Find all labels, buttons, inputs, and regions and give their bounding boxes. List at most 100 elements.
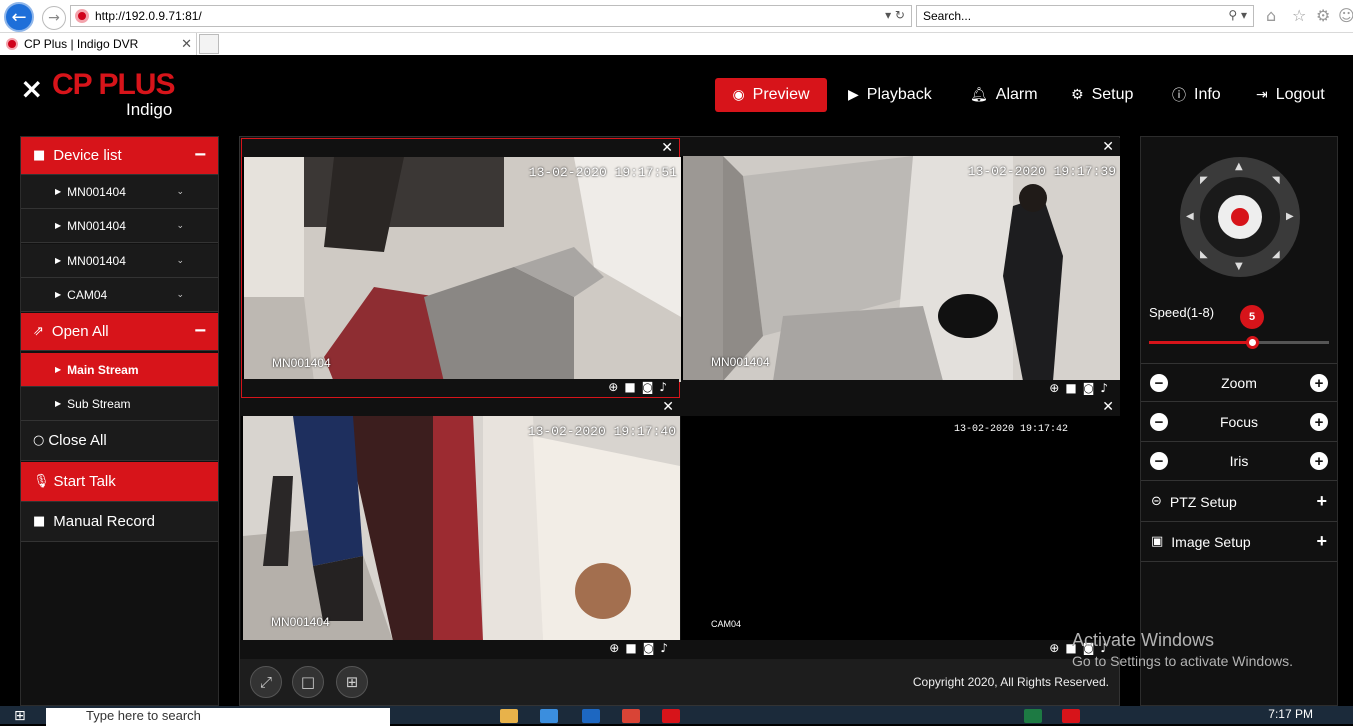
camera-cell[interactable]: ✕ 13-02-2020 19:17:40 MN001404 ⊕■◙♪ bbox=[241, 398, 680, 658]
excel-icon[interactable] bbox=[1024, 709, 1042, 723]
feed-controls[interactable]: ⊕■◙♪ bbox=[609, 641, 674, 655]
ptz-center-button[interactable] bbox=[1218, 195, 1262, 239]
speed-slider[interactable]: 5 bbox=[1149, 305, 1329, 349]
ie-browser-icon[interactable] bbox=[540, 709, 558, 723]
nav-info-label: Info bbox=[1194, 86, 1221, 103]
expand-plus-icon[interactable]: + bbox=[1316, 491, 1327, 512]
close-icon[interactable]: ✕ bbox=[1102, 399, 1114, 415]
smiley-icon[interactable]: ☺ bbox=[1338, 6, 1353, 25]
chevron-down-icon[interactable]: ⌄ bbox=[176, 221, 184, 231]
collapse-icon[interactable]: − bbox=[194, 320, 206, 343]
gear-icon: ⚙ bbox=[1071, 87, 1084, 103]
iris-plus-button[interactable]: + bbox=[1310, 452, 1328, 470]
device-item[interactable]: ▶ MN001404 ⌄ bbox=[21, 209, 218, 243]
sub-stream-item[interactable]: ▶ Sub Stream bbox=[21, 387, 218, 421]
speed-slider-knob[interactable] bbox=[1246, 336, 1259, 349]
windows-start-icon[interactable]: ⊞ bbox=[14, 708, 26, 724]
outlook-icon[interactable] bbox=[582, 709, 600, 723]
quad-view-button[interactable]: ⊞ bbox=[336, 666, 368, 698]
search-icon[interactable]: ⚲ ▾ bbox=[1228, 8, 1247, 22]
iris-minus-button[interactable]: − bbox=[1150, 452, 1168, 470]
nav-logout[interactable]: ⇥ Logout bbox=[1256, 78, 1325, 112]
image-setup-row[interactable]: ▣ Image Setup + bbox=[1141, 522, 1337, 562]
manual-record-button[interactable]: ■ Manual Record bbox=[21, 502, 218, 542]
zoom-out-button[interactable]: − bbox=[1150, 374, 1168, 392]
collapse-icon[interactable]: − bbox=[194, 144, 206, 167]
nav-playback[interactable]: ▶ Playback bbox=[848, 78, 932, 112]
close-icon[interactable]: ✕ bbox=[661, 140, 673, 156]
forward-button[interactable]: → bbox=[42, 6, 66, 30]
chevron-down-icon[interactable]: ⌄ bbox=[176, 290, 184, 300]
open-all-header[interactable]: ⇗ Open All − bbox=[21, 313, 218, 351]
file-explorer-icon[interactable] bbox=[500, 709, 518, 723]
down-arrow-icon[interactable]: ▼ bbox=[1235, 261, 1243, 272]
camera-feed[interactable]: 13-02-2020 19:17:42 CAM04 bbox=[683, 416, 1120, 641]
camera-feed[interactable]: 13-02-2020 19:17:40 MN001404 bbox=[243, 416, 680, 641]
device-item[interactable]: ▶ CAM04 ⌄ bbox=[21, 278, 218, 312]
favorites-star-icon[interactable]: ☆ bbox=[1292, 6, 1306, 25]
camera-feed[interactable]: 13-02-2020 19:17:51 MN001404 bbox=[244, 157, 681, 382]
cell-controls: ⊕■◙♪ bbox=[681, 640, 1120, 658]
close-icon[interactable]: ✕ bbox=[1102, 139, 1114, 155]
home-icon[interactable]: ⌂ bbox=[1266, 6, 1276, 25]
nav-info[interactable]: ⓘ Info bbox=[1172, 78, 1221, 112]
focus-plus-button[interactable]: + bbox=[1310, 413, 1328, 431]
up-arrow-icon[interactable]: ▲ bbox=[1235, 161, 1243, 172]
chevron-down-icon[interactable]: ⌄ bbox=[176, 187, 184, 197]
zoom-in-button[interactable]: + bbox=[1310, 374, 1328, 392]
nav-preview[interactable]: ◉ Preview bbox=[715, 78, 827, 112]
chevron-down-icon[interactable]: ⌄ bbox=[176, 256, 184, 266]
camera-timestamp: 13-02-2020 19:17:42 bbox=[953, 424, 1068, 435]
cell-titlebar: ✕ bbox=[681, 398, 1120, 416]
taskbar-search-input[interactable]: Type here to search bbox=[46, 708, 390, 726]
left-arrow-icon[interactable]: ◀ bbox=[1186, 211, 1194, 222]
caret-right-icon: ▶ bbox=[55, 221, 62, 230]
app-icon[interactable] bbox=[1062, 709, 1080, 723]
ptz-direction-pad[interactable]: ▲ ▼ ◀ ▶ ◤ ◥ ◣ ◢ bbox=[1180, 157, 1300, 277]
main-stream-item[interactable]: ▶ Main Stream bbox=[21, 353, 218, 387]
nav-alarm-label: Alarm bbox=[995, 86, 1038, 103]
cell-controls: ⊕■◙♪ bbox=[242, 379, 679, 397]
right-arrow-icon[interactable]: ▶ bbox=[1286, 211, 1294, 222]
new-tab-button[interactable] bbox=[199, 34, 219, 54]
chrome-icon[interactable] bbox=[622, 709, 640, 723]
camera-feed[interactable]: 13-02-2020 19:17:39 MN001404 bbox=[683, 156, 1120, 381]
device-list-label: Device list bbox=[53, 147, 122, 164]
iris-label: Iris bbox=[1229, 453, 1249, 469]
app-icon[interactable] bbox=[662, 709, 680, 723]
up-left-arrow-icon[interactable]: ◤ bbox=[1200, 175, 1208, 186]
camera-cell[interactable]: ✕ 13-02-2020 19:17:42 CAM04 ⊕■◙♪ bbox=[681, 398, 1120, 658]
device-list-header[interactable]: ■ Device list − bbox=[21, 137, 218, 175]
refresh-icon[interactable]: ▾ ↻ bbox=[885, 8, 905, 22]
feed-controls[interactable]: ⊕■◙♪ bbox=[608, 380, 673, 394]
manual-record-label: Manual Record bbox=[53, 513, 156, 530]
browser-search-placeholder: Search... bbox=[923, 9, 972, 23]
close-all-label: Close All bbox=[48, 432, 107, 449]
device-item[interactable]: ▶ MN001404 ⌄ bbox=[21, 175, 218, 209]
nav-setup[interactable]: ⚙ Setup bbox=[1071, 78, 1133, 112]
tab-close-icon[interactable]: ✕ bbox=[181, 36, 192, 52]
nav-setup-label: Setup bbox=[1091, 86, 1134, 103]
address-bar[interactable]: http://192.0.9.71:81/ ▾ ↻ bbox=[70, 5, 912, 27]
back-button[interactable]: ← bbox=[4, 2, 34, 32]
ptz-setup-row[interactable]: ⊝ PTZ Setup + bbox=[1141, 482, 1337, 522]
browser-tab[interactable]: CP Plus | Indigo DVR ✕ bbox=[0, 33, 197, 55]
expand-plus-icon[interactable]: + bbox=[1316, 531, 1327, 552]
start-talk-button[interactable]: 🎙︎ Start Talk bbox=[21, 462, 218, 502]
settings-gear-icon[interactable]: ⚙ bbox=[1316, 6, 1330, 25]
feed-controls[interactable]: ⊕■◙♪ bbox=[1049, 381, 1114, 395]
browser-search-input[interactable]: Search... ⚲ ▾ bbox=[916, 5, 1254, 27]
camera-cell[interactable]: ✕ 13-02-2020 19:17:39 MN001404 ⊕■◙♪ bbox=[681, 138, 1120, 398]
camera-cell[interactable]: ✕ 13-02-2020 19:17:51 MN001404 ⊕■◙♪ bbox=[241, 138, 681, 398]
cell-titlebar: ✕ bbox=[241, 398, 680, 416]
device-item[interactable]: ▶ MN001404 ⌄ bbox=[21, 244, 218, 278]
close-all-button[interactable]: ○ Close All bbox=[21, 421, 218, 461]
single-view-button[interactable]: □ bbox=[292, 666, 324, 698]
down-right-arrow-icon[interactable]: ◢ bbox=[1272, 249, 1280, 260]
close-icon[interactable]: ✕ bbox=[662, 399, 674, 415]
up-right-arrow-icon[interactable]: ◥ bbox=[1272, 175, 1280, 186]
nav-alarm[interactable]: 🔔︎ Alarm bbox=[970, 78, 1038, 112]
focus-minus-button[interactable]: − bbox=[1150, 413, 1168, 431]
down-left-arrow-icon[interactable]: ◣ bbox=[1200, 249, 1208, 260]
fullscreen-button[interactable]: ⤢ bbox=[250, 666, 282, 698]
